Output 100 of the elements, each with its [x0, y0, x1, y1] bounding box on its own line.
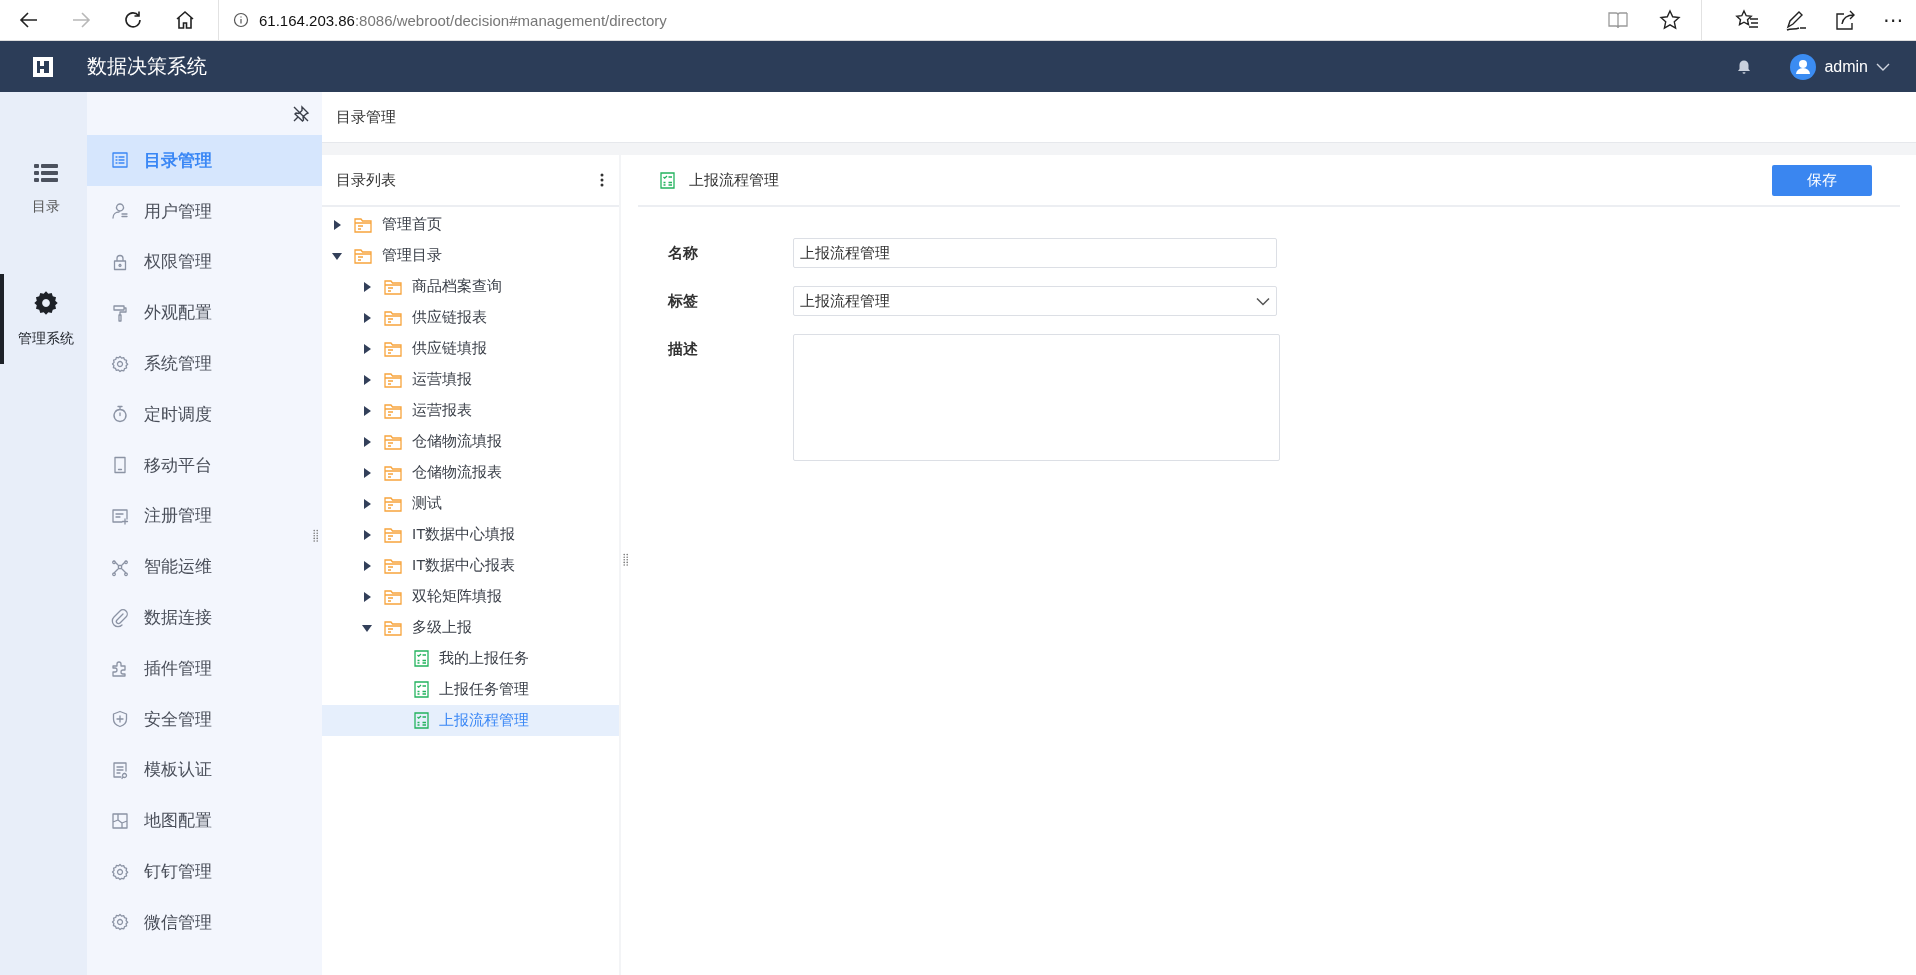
gear-icon	[110, 861, 130, 882]
caret-right-icon[interactable]	[362, 498, 372, 509]
info-icon	[233, 12, 249, 28]
resize-handle[interactable]	[623, 553, 629, 567]
folder-icon	[354, 247, 372, 264]
caret-right-icon[interactable]	[362, 591, 372, 602]
tree-item[interactable]: 供应链报表	[322, 302, 619, 333]
star-icon[interactable]	[1659, 9, 1681, 31]
tree-item[interactable]: 双轮矩阵填报	[322, 581, 619, 612]
folder-icon	[384, 557, 402, 574]
pen-icon[interactable]	[1784, 9, 1809, 31]
tree-item[interactable]: 供应链填报	[322, 333, 619, 364]
caret-right-icon[interactable]	[362, 467, 372, 478]
field-label: 名称	[668, 243, 699, 263]
gear-icon	[32, 290, 59, 316]
caret-down-icon[interactable]	[332, 250, 342, 261]
tree-item[interactable]: 测试	[322, 488, 619, 519]
folder-icon	[384, 464, 402, 481]
folder-icon	[384, 495, 402, 512]
logo-icon	[31, 54, 55, 79]
tree-item[interactable]: 多级上报	[322, 612, 619, 643]
gear-icon	[110, 353, 130, 374]
folder-icon	[354, 216, 372, 233]
address-bar[interactable]: 61.164.203.86:8086/webroot/decision#management/directory	[218, 0, 1702, 41]
pin-icon[interactable]	[292, 104, 310, 123]
menu-item[interactable]: 插件管理	[87, 642, 322, 694]
menu-item[interactable]: 数据连接	[87, 592, 322, 643]
gear-icon	[110, 912, 130, 933]
kebab-menu-icon[interactable]	[599, 172, 605, 188]
caret-right-icon[interactable]	[362, 529, 372, 540]
rail-item[interactable]: 目录	[0, 144, 87, 234]
menu-item[interactable]: 定时调度	[87, 389, 322, 440]
chevron-icon	[1256, 296, 1270, 306]
caret-right-icon[interactable]	[362, 281, 372, 292]
more-button[interactable]: ⋯	[1883, 8, 1904, 32]
refresh-icon	[122, 9, 144, 31]
caret-right-icon[interactable]	[362, 343, 372, 354]
reading-view-icon[interactable]	[1607, 10, 1629, 30]
resize-handle[interactable]	[313, 529, 319, 543]
list-icon	[32, 162, 59, 184]
map-icon	[110, 810, 130, 831]
menu-item[interactable]: 钉钉管理	[87, 846, 322, 897]
menu-item[interactable]: 外观配置	[87, 287, 322, 339]
user-menu[interactable]: admin	[1790, 53, 1890, 80]
folder-icon	[384, 619, 402, 636]
menu-item[interactable]: 模板认证	[87, 744, 322, 796]
caret-right-icon[interactable]	[362, 374, 372, 385]
caret-right-icon[interactable]	[362, 560, 372, 571]
folder-icon	[384, 309, 402, 326]
task-list-icon	[414, 712, 429, 729]
timer-icon	[110, 404, 130, 425]
name-field[interactable]: 上报流程管理	[793, 238, 1277, 268]
menu-item[interactable]: 地图配置	[87, 795, 322, 847]
menu-item[interactable]: 用户管理	[87, 185, 322, 237]
task-list-icon	[414, 681, 429, 698]
breadcrumb: 目录管理	[336, 107, 396, 127]
menu-item[interactable]: 安全管理	[87, 693, 322, 745]
caret-right-icon[interactable]	[362, 312, 372, 323]
avatar-icon	[1790, 53, 1817, 80]
shield-icon	[110, 709, 130, 730]
description-field[interactable]	[793, 334, 1280, 461]
folder-icon	[384, 371, 402, 388]
save-button[interactable]: 保存	[1772, 164, 1872, 196]
tree-item[interactable]: 运营填报	[322, 364, 619, 395]
chevron-icon	[1876, 61, 1890, 72]
field-label: 描述	[668, 339, 699, 359]
tree-item[interactable]: 商品档案查询	[322, 271, 619, 302]
menu-item[interactable]: 智能运维	[87, 541, 322, 593]
panel-title: 目录列表	[336, 170, 396, 190]
caret-right-icon[interactable]	[332, 219, 342, 230]
folder-icon	[384, 340, 402, 357]
menu-item[interactable]: 系统管理	[87, 338, 322, 389]
folder-icon	[384, 588, 402, 605]
task-list-icon	[414, 650, 429, 667]
menu-item[interactable]: 注册管理	[87, 490, 322, 542]
tree-item[interactable]: 我的上报任务	[322, 643, 619, 674]
template-icon	[110, 759, 130, 780]
tree-item[interactable]: 仓储物流报表	[322, 457, 619, 488]
menu-item[interactable]: 移动平台	[87, 439, 322, 491]
tree-item[interactable]: 运营报表	[322, 395, 619, 426]
tree-item[interactable]: IT数据中心报表	[322, 550, 619, 581]
bell-icon[interactable]	[1736, 58, 1753, 75]
favorites-icon[interactable]	[1734, 9, 1759, 31]
tree-item[interactable]: IT数据中心填报	[322, 519, 619, 550]
folder-icon	[384, 402, 402, 419]
folder-icon	[384, 526, 402, 543]
tree-item[interactable]: 仓储物流填报	[322, 426, 619, 457]
caret-down-icon[interactable]	[362, 622, 372, 633]
url-text: 61.164.203.86:8086/webroot/decision#management/directory	[259, 11, 667, 29]
caret-right-icon[interactable]	[362, 436, 372, 447]
folder-icon	[384, 433, 402, 450]
tag-dropdown[interactable]: 上报流程管理	[793, 286, 1277, 316]
menu-item[interactable]: 微信管理	[87, 896, 322, 948]
paint-icon	[110, 302, 130, 323]
tree-item[interactable]: 管理目录	[322, 240, 619, 271]
tree-item[interactable]: 管理首页	[322, 209, 619, 240]
menu-item[interactable]: 权限管理	[87, 236, 322, 288]
field-label: 标签	[668, 291, 699, 311]
tree-item[interactable]: 上报任务管理	[322, 674, 619, 705]
caret-right-icon[interactable]	[362, 405, 372, 416]
